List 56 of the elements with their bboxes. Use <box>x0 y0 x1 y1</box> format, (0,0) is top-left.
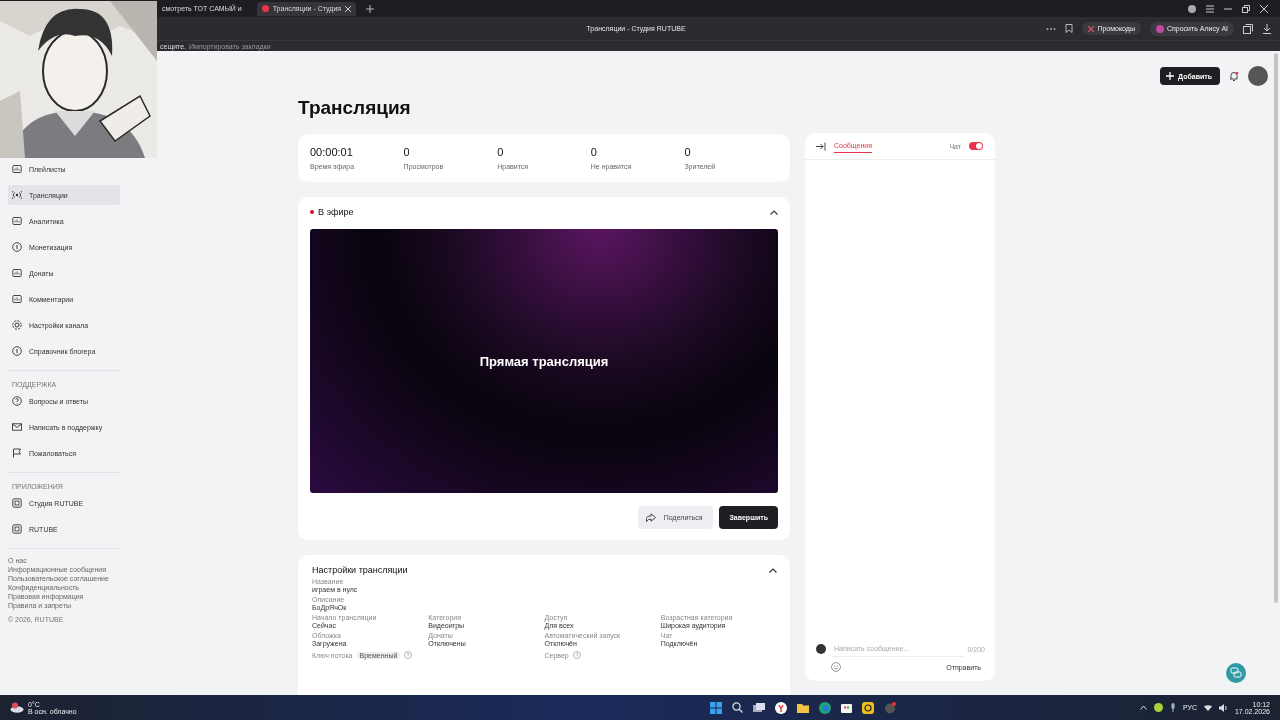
close-icon[interactable] <box>1260 4 1268 13</box>
collapse-icon[interactable] <box>769 567 777 573</box>
chart-icon <box>12 216 22 226</box>
favicon-icon <box>261 5 269 12</box>
settings-title: Настройки трансляции <box>312 565 408 575</box>
windows-icon[interactable] <box>753 702 766 713</box>
stat-value: 0 <box>403 146 411 158</box>
folder-icon[interactable] <box>797 702 810 713</box>
stat-value: 0 <box>590 146 598 158</box>
gear-icon <box>12 320 22 330</box>
share-icon <box>645 513 656 522</box>
cloud-icon[interactable] <box>10 702 24 713</box>
profile-icon[interactable] <box>1188 4 1196 13</box>
app-icon[interactable] <box>862 701 875 714</box>
bell-icon[interactable] <box>1229 70 1239 82</box>
speaker-icon[interactable] <box>1218 703 1228 712</box>
start-icon[interactable] <box>710 701 723 714</box>
live-status: В эфире <box>318 207 354 217</box>
tabs-icon[interactable] <box>1243 23 1253 34</box>
cross-icon <box>1088 25 1095 32</box>
collapse-icon[interactable] <box>770 209 778 215</box>
edge-icon[interactable] <box>819 701 832 714</box>
avatar-icon[interactable] <box>1248 66 1268 86</box>
chat-toggle[interactable] <box>969 142 983 150</box>
bookmark-icon[interactable] <box>1065 24 1074 33</box>
collapse-panel-icon[interactable] <box>816 141 826 151</box>
download-icon[interactable] <box>1262 23 1272 34</box>
info-icon <box>12 346 22 356</box>
chat-icon <box>1230 667 1242 679</box>
question-icon <box>12 396 22 406</box>
app-icon <box>12 524 22 534</box>
mail-icon <box>12 422 22 432</box>
chevron-up-icon[interactable] <box>1139 705 1147 710</box>
close-icon[interactable] <box>345 5 352 12</box>
search-icon[interactable] <box>732 702 744 713</box>
preview-text: Прямая трансляция <box>479 353 609 369</box>
new-tab-icon[interactable] <box>366 4 375 13</box>
avatar-icon <box>816 644 826 654</box>
more-icon[interactable] <box>1046 26 1057 31</box>
stat-value: 0 <box>497 146 505 158</box>
microphone-icon[interactable] <box>1169 703 1176 712</box>
browser-icon[interactable] <box>775 701 788 714</box>
app-icon <box>12 498 22 508</box>
emoji-icon[interactable] <box>831 662 841 672</box>
store-icon[interactable] <box>841 702 853 713</box>
restore-icon[interactable] <box>1242 4 1250 13</box>
plus-icon <box>1166 72 1175 80</box>
broadcast-icon <box>12 190 22 200</box>
stat-value: 0 <box>684 146 692 158</box>
status-icon[interactable] <box>1153 703 1163 712</box>
page-heading: Трансляция <box>298 97 412 119</box>
menu-icon[interactable] <box>1206 4 1214 13</box>
wifi-icon[interactable] <box>1203 704 1212 711</box>
flag-icon <box>12 448 22 458</box>
help-button[interactable] <box>1226 663 1246 683</box>
stat-value: 00:00:01 <box>310 146 354 158</box>
